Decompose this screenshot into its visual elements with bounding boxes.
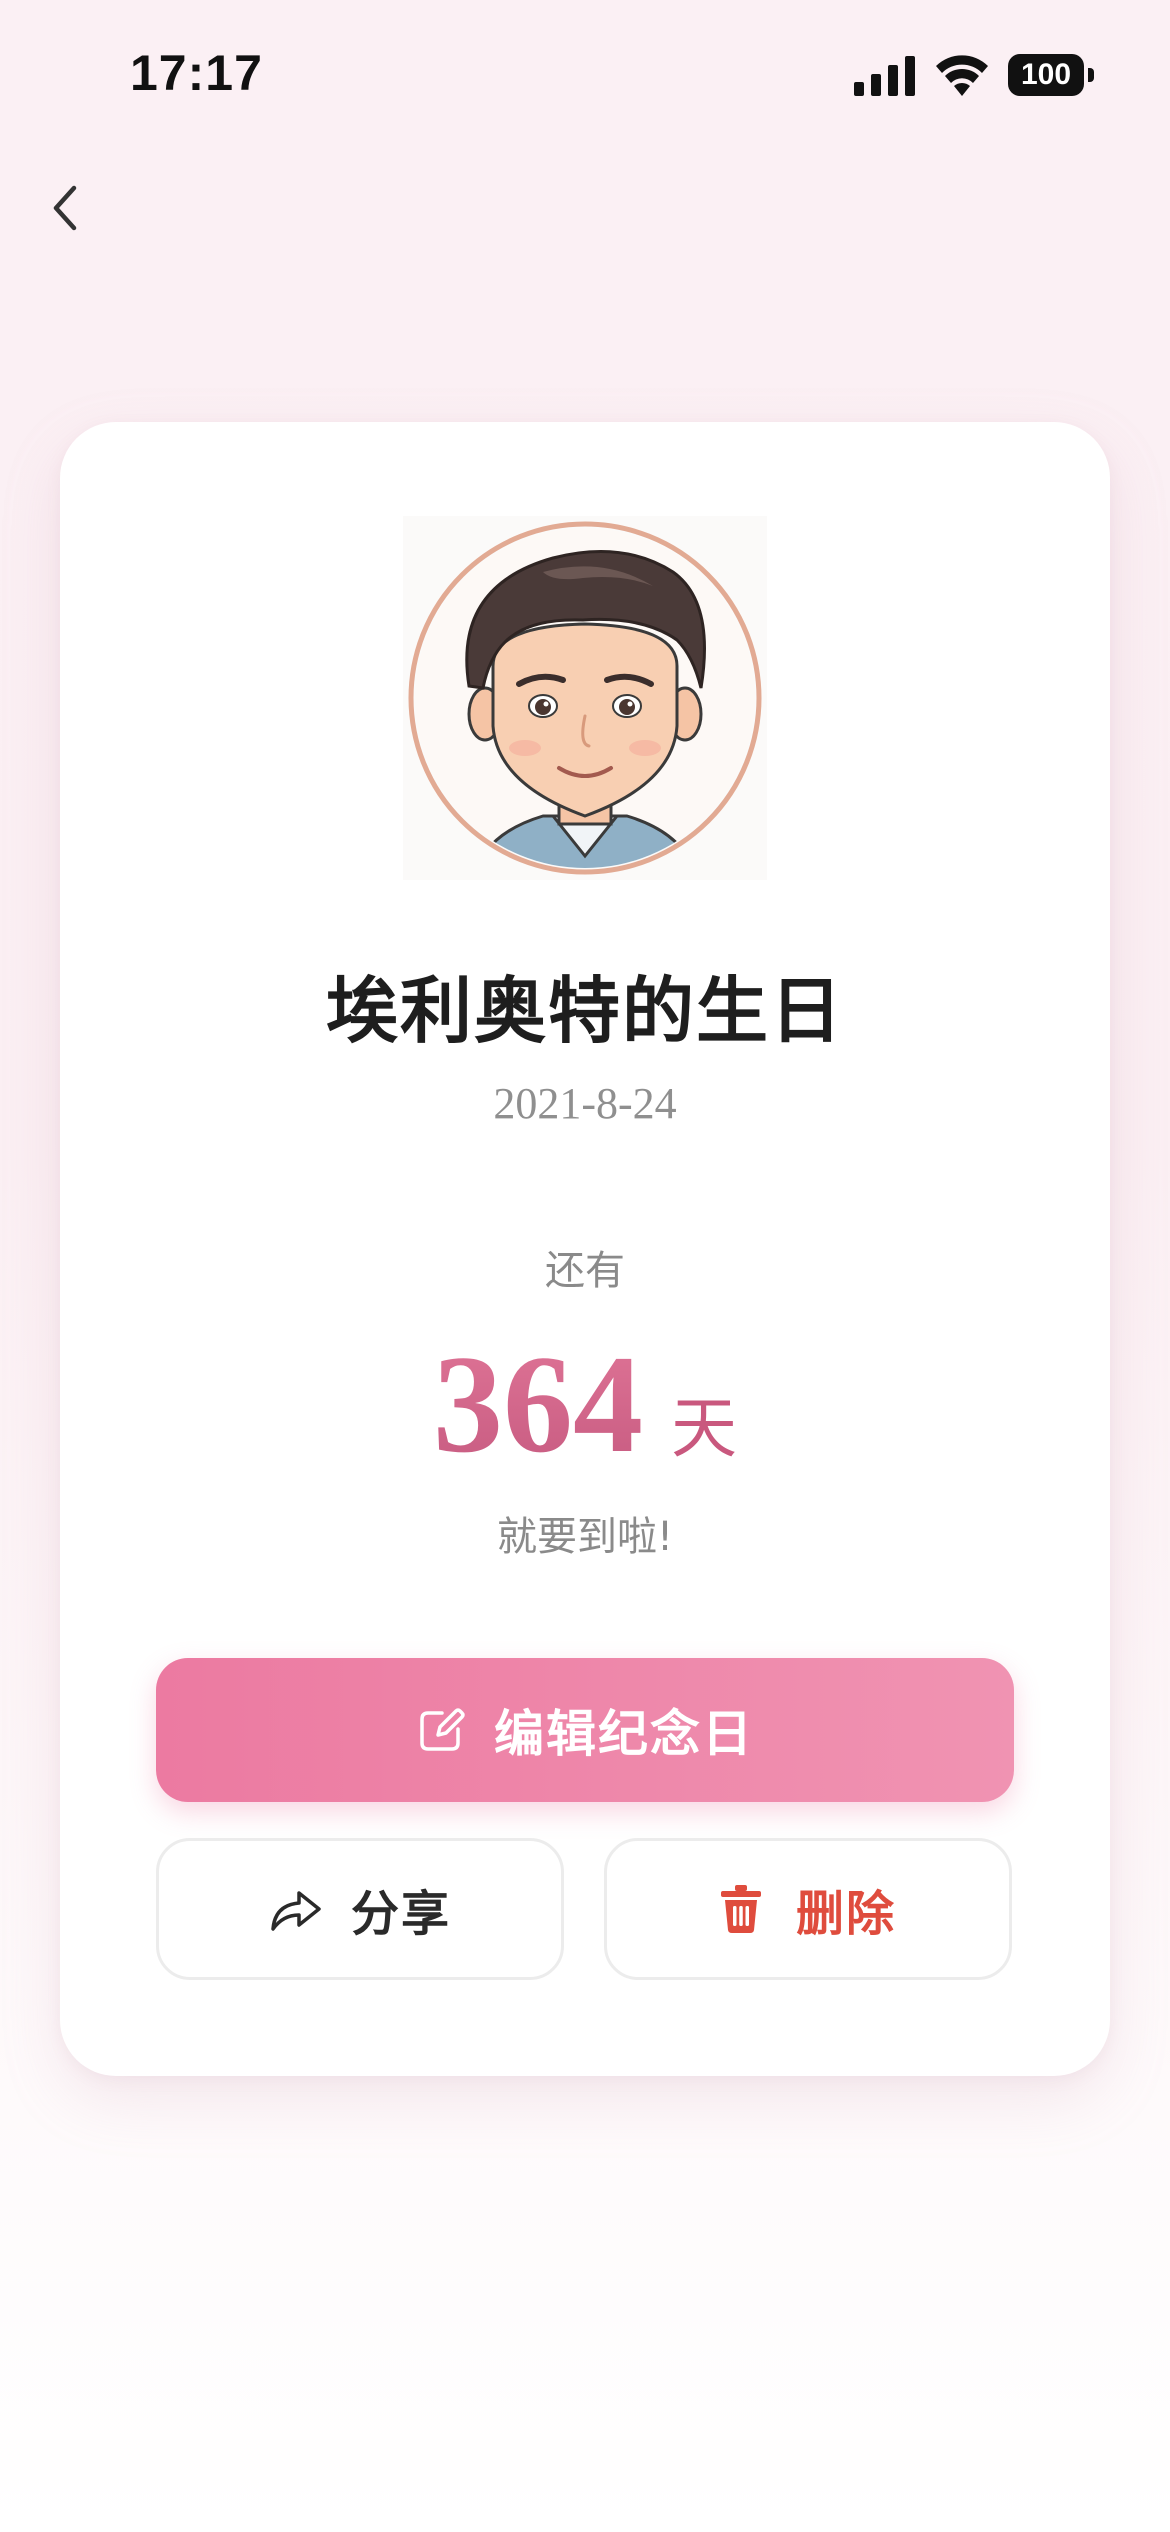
cellular-signal-icon	[854, 56, 915, 96]
battery-tip	[1088, 68, 1094, 82]
edit-square-icon	[420, 1708, 465, 1751]
chevron-left-icon	[53, 185, 77, 231]
edit-anniversary-button[interactable]: 编辑纪念日	[156, 1658, 1014, 1802]
event-title: 埃利奥特的生日	[325, 969, 844, 1053]
arrival-text: 就要到啦!	[496, 1514, 674, 1560]
days-count: 364	[433, 1327, 643, 1482]
back-button[interactable]	[36, 172, 96, 244]
wifi-icon	[936, 55, 988, 96]
remaining-label: 还有	[545, 1248, 625, 1294]
battery-level: 100	[1008, 54, 1084, 96]
avatar	[403, 516, 767, 880]
share-button[interactable]: 分享	[156, 1838, 564, 1980]
battery-indicator: 100	[1008, 54, 1094, 96]
share-arrow-icon	[271, 1891, 321, 1931]
delete-label: 删除	[795, 1886, 896, 1942]
event-date: 2021-8-24	[493, 1079, 677, 1128]
edit-label: 编辑纪念日	[494, 1705, 754, 1763]
status-bar: 17:17 100	[0, 0, 1170, 150]
countdown: 364 天	[60, 1324, 1110, 1485]
days-unit: 天	[671, 1390, 737, 1467]
trash-icon	[720, 1885, 761, 1933]
anniversary-card: 埃利奥特的生日 2021-8-24 还有 364 天 就要到啦! 编辑纪念日 分享…	[60, 422, 1110, 2076]
status-time: 17:17	[130, 45, 263, 101]
share-label: 分享	[350, 1886, 451, 1942]
delete-button[interactable]: 删除	[604, 1838, 1012, 1980]
